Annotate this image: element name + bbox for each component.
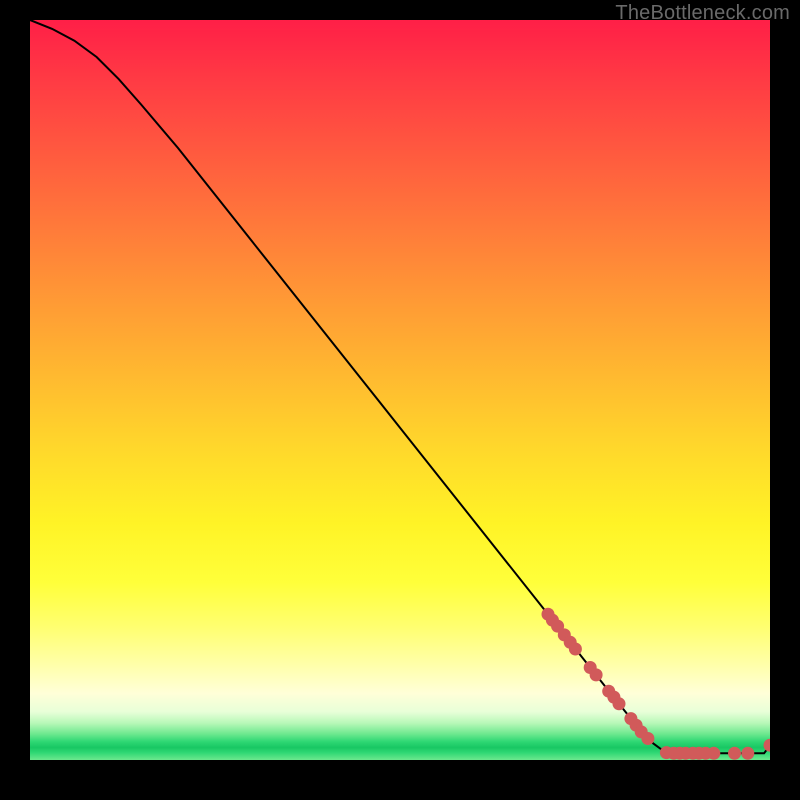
- chart-frame: TheBottleneck.com: [0, 0, 800, 800]
- scatter-points: [542, 608, 771, 760]
- data-point: [613, 697, 626, 710]
- data-point: [764, 739, 771, 752]
- chart-overlay: [30, 20, 770, 760]
- data-point: [707, 747, 720, 760]
- data-point: [641, 732, 654, 745]
- data-point: [728, 747, 741, 760]
- data-point: [590, 668, 603, 681]
- bottleneck-curve: [30, 20, 770, 753]
- plot-area: [30, 20, 770, 760]
- data-point: [741, 747, 754, 760]
- data-point: [569, 643, 582, 656]
